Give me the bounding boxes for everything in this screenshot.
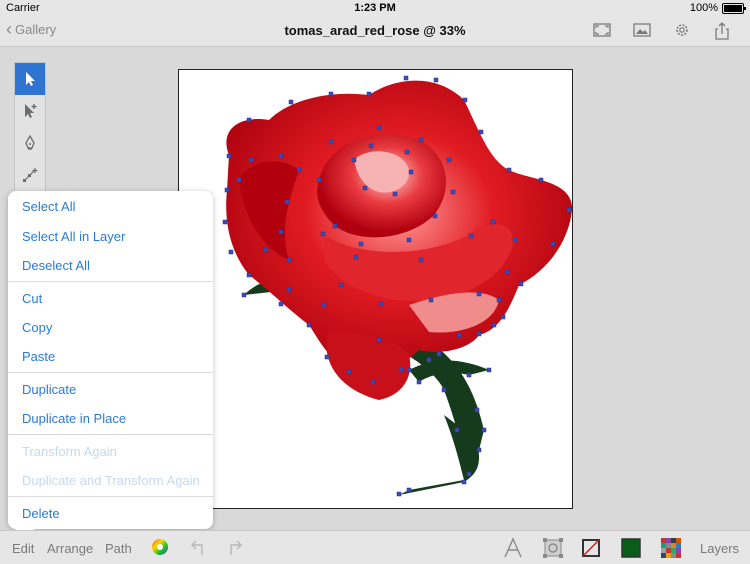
color-wheel-icon[interactable] — [150, 537, 170, 562]
menu-divider — [8, 496, 213, 497]
nav-actions — [592, 21, 732, 41]
transform-icon[interactable] — [542, 537, 564, 564]
bottom-toolbar: Edit Arrange Path Layers — [0, 530, 750, 564]
nav-bar: ‹ Gallery tomas_arad_red_rose @ 33% — [0, 16, 750, 47]
menu-duplicate[interactable]: Duplicate — [22, 382, 76, 397]
menu-duplicate-and-transform-again: Duplicate and Transform Again — [22, 473, 200, 488]
menu-cut[interactable]: Cut — [22, 291, 42, 306]
add-anchor-point-icon — [23, 168, 38, 182]
layers-button[interactable]: Layers — [700, 541, 739, 556]
menu-transform-again: Transform Again — [22, 444, 117, 459]
swatches-icon[interactable] — [660, 537, 682, 564]
fullscreen-icon[interactable] — [592, 21, 612, 41]
menu-paste[interactable]: Paste — [22, 349, 55, 364]
rose-artwork[interactable] — [179, 70, 573, 508]
fill-swatch-icon[interactable] — [620, 537, 642, 564]
direct-select-tool[interactable] — [15, 95, 45, 127]
menu-divider — [8, 434, 213, 435]
battery-indicator: 100% — [689, 2, 746, 14]
path-menu-button[interactable]: Path — [105, 541, 132, 556]
share-icon[interactable] — [712, 21, 732, 41]
stroke-swatch-icon[interactable] — [580, 537, 602, 564]
pen-tool[interactable] — [15, 127, 45, 159]
menu-select-all[interactable]: Select All — [22, 199, 75, 214]
image-icon[interactable] — [632, 21, 652, 41]
menu-select-all-in-layer[interactable]: Select All in Layer — [22, 229, 125, 244]
redo-icon[interactable] — [225, 537, 243, 562]
fill-swatch-color — [621, 538, 641, 558]
direct-select-arrow-icon — [25, 104, 37, 118]
battery-percent: 100% — [689, 2, 718, 14]
menu-copy[interactable]: Copy — [22, 320, 52, 335]
menu-duplicate-in-place[interactable]: Duplicate in Place — [22, 411, 126, 426]
select-tool[interactable] — [15, 63, 45, 95]
tool-palette — [14, 62, 46, 192]
clock: 1:23 PM — [354, 2, 396, 14]
undo-icon[interactable] — [190, 537, 208, 562]
menu-divider — [8, 281, 213, 282]
artboard[interactable] — [178, 69, 573, 509]
arrange-menu-button[interactable]: Arrange — [47, 541, 93, 556]
gear-icon[interactable] — [672, 21, 692, 41]
menu-deselect-all[interactable]: Deselect All — [22, 258, 90, 273]
select-arrow-icon — [26, 72, 35, 86]
menu-divider — [8, 372, 213, 373]
edit-menu-button[interactable]: Edit — [12, 541, 34, 556]
pen-icon — [25, 135, 35, 150]
status-bar: Carrier 1:23 PM 100% — [0, 0, 750, 16]
edit-menu-popover: Select All Select All in Layer Deselect … — [8, 191, 213, 529]
menu-delete[interactable]: Delete — [22, 506, 60, 521]
add-anchor-point-tool[interactable] — [15, 159, 45, 191]
battery-icon — [722, 2, 746, 14]
text-tool-icon[interactable] — [502, 537, 524, 564]
